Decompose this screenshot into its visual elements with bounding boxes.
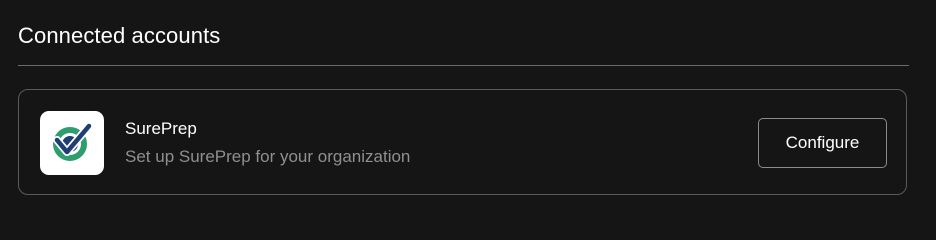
- account-name: SurePrep: [125, 119, 197, 138]
- connected-accounts-page: Connected accounts SurePrep Set up SureP…: [0, 0, 936, 232]
- section-divider: [18, 65, 909, 66]
- account-description: Set up SurePrep for your organization: [125, 147, 411, 166]
- sureprep-logo-icon: [40, 111, 104, 175]
- account-card-sureprep: SurePrep Set up SurePrep for your organi…: [18, 89, 907, 195]
- section-title: Connected accounts: [18, 23, 221, 48]
- configure-button[interactable]: Configure: [758, 118, 887, 168]
